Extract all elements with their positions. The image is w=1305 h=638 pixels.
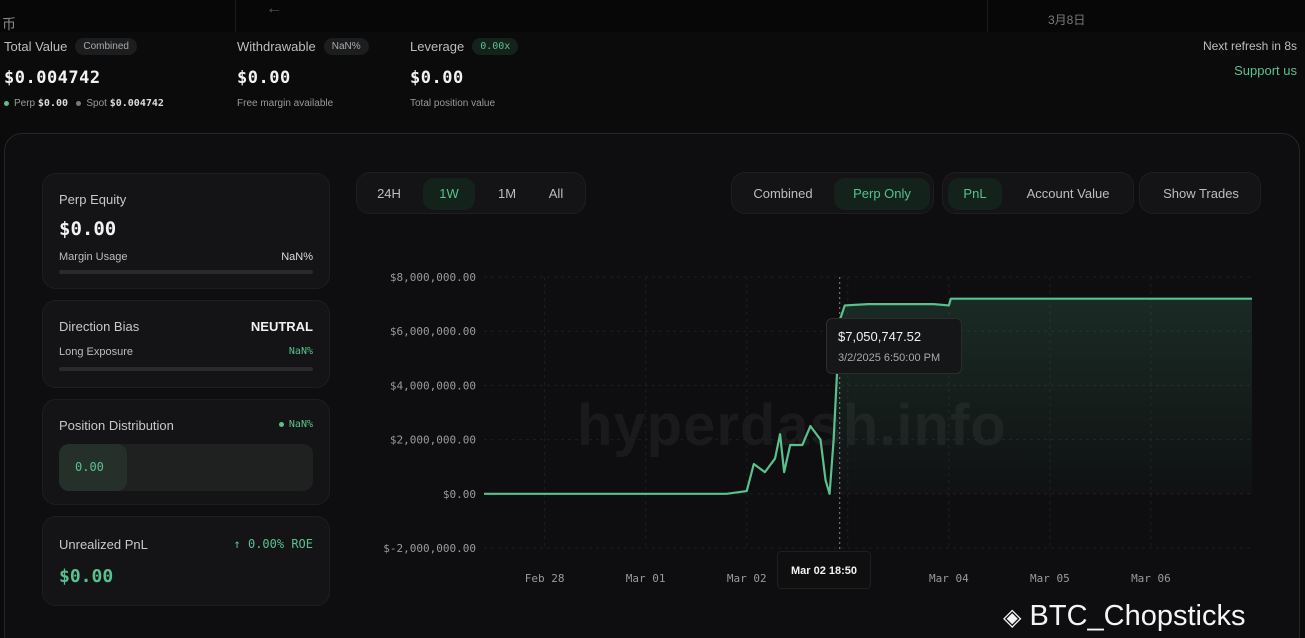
x-tick-label: Mar 06 — [1131, 572, 1171, 585]
total-value-stat: Total Value Combined $0.004742 Perp $0.00… — [4, 38, 164, 109]
refresh-timer: Next refresh in 8s — [1202, 39, 1297, 53]
top-bar — [0, 0, 1305, 32]
unrealized-pnl-card: Unrealized PnL ↑ 0.00% ROE $0.00 — [42, 516, 330, 606]
mode-button-combined[interactable]: Combined — [738, 178, 828, 210]
top-bar-date: 3月8日 — [1048, 13, 1086, 27]
direction-bias-card: Direction Bias NEUTRAL Long Exposure NaN… — [42, 300, 330, 388]
withdrawable-amount: $0.00 — [237, 68, 291, 88]
show-trades-button[interactable]: Show Trades — [1144, 178, 1258, 210]
top-bar-segment — [0, 0, 236, 32]
total-value-label: Total Value — [4, 39, 68, 55]
spot-label: Spot — [86, 98, 107, 109]
metric-button-pnl[interactable]: PnL — [948, 178, 1002, 210]
y-tick-label: $0.00 — [443, 488, 476, 501]
top-bar-text: 币 — [2, 16, 16, 32]
position-distribution-badge: NaN% — [278, 419, 313, 430]
perp-equity-value: $0.00 — [59, 218, 117, 240]
perp-dot-icon — [4, 100, 9, 106]
tooltip-value: $7,050,747.52 — [838, 329, 922, 344]
margin-usage-value: NaN% — [281, 251, 313, 263]
total-value-breakdown: Perp $0.00 Spot $0.004742 — [4, 98, 164, 109]
unrealized-pnl-title: Unrealized PnL — [59, 537, 148, 552]
spot-value: $0.004742 — [109, 98, 164, 109]
range-button-1w[interactable]: 1W — [423, 178, 475, 210]
roe-value: ↑ 0.00% ROE — [233, 537, 313, 551]
status-dot-icon — [278, 421, 284, 427]
spot-dot-icon — [76, 100, 82, 106]
crosshair-x-label: Mar 02 18:50 — [777, 551, 871, 589]
unrealized-pnl-value: $0.00 — [59, 566, 114, 587]
x-tick-label: Mar 01 — [626, 572, 666, 585]
perp-equity-title: Perp Equity — [59, 192, 127, 207]
leverage-stat: Leverage 0.00x $0.00 Total position value — [410, 38, 519, 109]
metric-group: PnL Account Value — [942, 172, 1134, 214]
x-tick-label: Mar 02 — [727, 572, 767, 585]
position-distribution-card: Position Distribution NaN% 0.00 — [42, 399, 330, 505]
range-button-all[interactable]: All — [533, 178, 579, 210]
margin-usage-label: Margin Usage — [59, 251, 128, 263]
position-distribution-title: Position Distribution — [59, 418, 174, 433]
y-tick-label: $8,000,000.00 — [390, 271, 476, 284]
support-link[interactable]: Support us — [1234, 63, 1297, 78]
metric-button-account-value[interactable]: Account Value — [1007, 178, 1129, 210]
tooltip-date: 3/2/2025 6:50:00 PM — [838, 352, 941, 364]
range-button-24h[interactable]: 24H — [363, 178, 415, 210]
chart-tooltip: $7,050,747.52 3/2/2025 6:50:00 PM — [826, 318, 962, 374]
direction-bias-title: Direction Bias — [59, 319, 140, 334]
mode-group: Combined Perp Only — [731, 172, 934, 214]
x-tick-label: Feb 28 — [525, 572, 565, 585]
margin-usage-bar — [59, 270, 313, 274]
total-value-pill[interactable]: Combined — [75, 38, 137, 56]
mode-button-perp-only[interactable]: Perp Only — [834, 178, 930, 210]
diamond-icon: ◈ — [1003, 604, 1022, 631]
time-range-group: 24H 1W 1M All — [356, 172, 586, 214]
arrow-left-icon[interactable]: ← — [266, 0, 282, 18]
credit-watermark: ◈ BTC_Chopsticks — [1003, 600, 1246, 632]
top-bar-segment — [236, 0, 988, 32]
leverage-pill: 0.00x — [472, 38, 519, 56]
perp-equity-card: Perp Equity $0.00 Margin Usage NaN% — [42, 173, 330, 289]
direction-bias-value: NEUTRAL — [250, 319, 313, 334]
perp-value: $0.00 — [37, 98, 69, 109]
leverage-sub: Total position value — [410, 98, 496, 109]
y-tick-label: $2,000,000.00 — [390, 434, 476, 447]
long-exposure-value: NaN% — [288, 346, 313, 357]
range-button-1m[interactable]: 1M — [481, 178, 533, 210]
long-exposure-bar — [59, 367, 313, 371]
leverage-label: Leverage — [410, 39, 465, 55]
y-tick-label: $6,000,000.00 — [390, 325, 476, 338]
withdrawable-label: Withdrawable — [237, 39, 316, 55]
leverage-amount: $0.00 — [410, 68, 464, 88]
distribution-bar-value: 0.00 — [75, 460, 104, 474]
distribution-bar: 0.00 — [59, 444, 313, 491]
withdrawable-pill: NaN% — [323, 38, 369, 56]
show-trades-group: Show Trades — [1139, 172, 1261, 214]
total-value-amount: $0.004742 — [4, 68, 101, 88]
pnl-chart[interactable]: $8,000,000.00 $6,000,000.00 $4,000,000.00 $… — [360, 255, 1260, 595]
withdrawable-sub: Free margin available — [237, 98, 334, 109]
y-tick-label: $4,000,000.00 — [390, 379, 476, 392]
y-tick-label: $-2,000,000.00 — [383, 542, 476, 555]
x-tick-label: Mar 04 — [929, 572, 969, 585]
long-exposure-label: Long Exposure — [59, 346, 133, 358]
perp-label: Perp — [14, 98, 36, 109]
x-tick-label: Mar 05 — [1030, 572, 1070, 585]
withdrawable-stat: Withdrawable NaN% $0.00 Free margin avail… — [237, 38, 369, 109]
